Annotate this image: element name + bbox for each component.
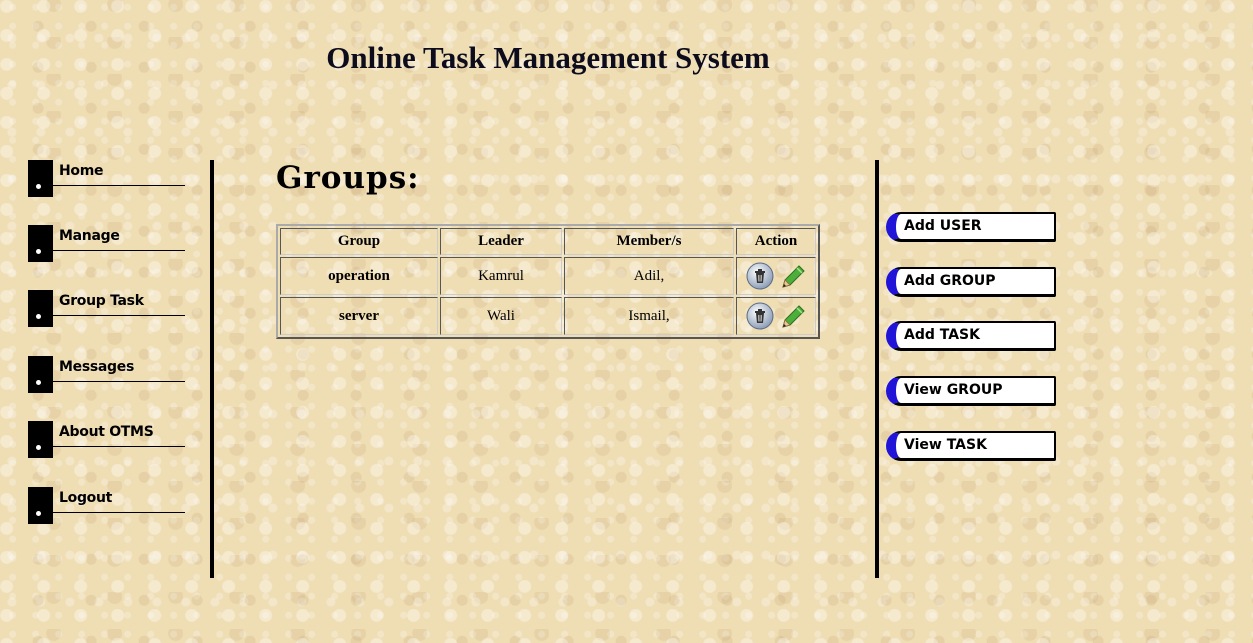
view-task-button[interactable]: View TASK	[886, 431, 1056, 461]
nav-marker-icon	[28, 356, 53, 393]
nav-item-label: Home	[59, 163, 104, 179]
nav-item-manage[interactable]: Manage	[28, 225, 186, 262]
table-row: operation Kamrul Adil,	[280, 257, 816, 295]
button-label: View TASK	[904, 437, 987, 453]
delete-icon[interactable]	[745, 301, 775, 331]
view-group-button[interactable]: View GROUP	[886, 376, 1056, 406]
leader-cell: Wali	[440, 297, 562, 335]
groups-table: Group Leader Member/s Action operation K…	[276, 224, 820, 339]
delete-icon[interactable]	[745, 261, 775, 291]
page-title: Online Task Management System	[326, 40, 770, 75]
button-label: Add USER	[904, 218, 982, 234]
left-divider	[210, 160, 214, 578]
edit-pencil-icon[interactable]	[777, 301, 807, 331]
right-divider	[875, 160, 879, 578]
add-task-button[interactable]: Add TASK	[886, 321, 1056, 351]
nav-item-label: Logout	[59, 490, 113, 506]
nav-item-label: Manage	[59, 228, 120, 244]
group-cell: server	[280, 297, 438, 335]
button-label: Add GROUP	[904, 273, 996, 289]
nav-item-label: Messages	[59, 359, 134, 375]
nav-item-group-task[interactable]: Group Task	[28, 290, 186, 327]
column-header-members: Member/s	[564, 228, 734, 255]
nav-marker-icon	[28, 487, 53, 524]
column-header-group: Group	[280, 228, 438, 255]
section-heading: Groups:	[276, 160, 420, 196]
members-cell: Adil,	[564, 257, 734, 295]
nav-item-messages[interactable]: Messages	[28, 356, 186, 393]
add-group-button[interactable]: Add GROUP	[886, 267, 1056, 297]
leader-cell: Kamrul	[440, 257, 562, 295]
add-user-button[interactable]: Add USER	[886, 212, 1056, 242]
nav-marker-icon	[28, 421, 53, 458]
action-cell	[736, 297, 816, 335]
nav-item-label: About OTMS	[59, 424, 154, 440]
column-header-leader: Leader	[440, 228, 562, 255]
nav-item-logout[interactable]: Logout	[28, 487, 186, 524]
button-label: View GROUP	[904, 382, 1003, 398]
action-cell	[736, 257, 816, 295]
table-row: server Wali Ismail,	[280, 297, 816, 335]
nav-item-about-otms[interactable]: About OTMS	[28, 421, 186, 458]
table-header-row: Group Leader Member/s Action	[280, 228, 816, 255]
group-cell: operation	[280, 257, 438, 295]
members-cell: Ismail,	[564, 297, 734, 335]
nav-item-home[interactable]: Home	[28, 160, 186, 197]
edit-pencil-icon[interactable]	[777, 261, 807, 291]
nav-marker-icon	[28, 290, 53, 327]
nav-marker-icon	[28, 225, 53, 262]
nav-marker-icon	[28, 160, 53, 197]
column-header-action: Action	[736, 228, 816, 255]
nav-item-label: Group Task	[59, 293, 144, 309]
button-label: Add TASK	[904, 327, 980, 343]
